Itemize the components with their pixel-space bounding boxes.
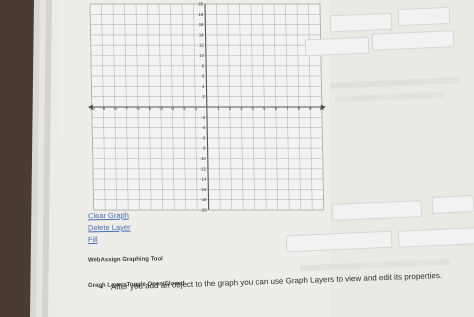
- graph-canvas[interactable]: -10 -9 -8 -7 -6 -5 -4 -3 -2 -1 1 2 3 4 5 6 7 8 9 1020181614…: [87, 2, 326, 213]
- x-tick-label: -7: [124, 106, 128, 111]
- y-tick-label: -18: [200, 197, 207, 202]
- y-tick-label: -4: [201, 125, 205, 130]
- bullet-icon: •: [100, 282, 104, 292]
- x-tick-label: -3: [170, 106, 174, 111]
- y-tick-label: -10: [200, 156, 207, 161]
- faded-button: [397, 6, 451, 27]
- y-tick-label: 20: [198, 2, 203, 7]
- y-tick-label: -6: [202, 135, 206, 140]
- fill-link[interactable]: Fill: [88, 235, 98, 244]
- x-tick-label: -6: [136, 106, 140, 111]
- x-tick-label: -2: [182, 106, 186, 111]
- x-tick-label: -5: [147, 106, 151, 111]
- x-tick-label: -1: [193, 106, 197, 111]
- y-tick-label: 10: [199, 53, 204, 58]
- faded-button: [304, 36, 370, 57]
- faded-button: [431, 195, 474, 214]
- y-tick-label: -8: [202, 146, 206, 151]
- x-tick-label: -8: [113, 106, 117, 111]
- y-tick-label: 18: [199, 12, 204, 17]
- y-tick-label: -2: [201, 115, 205, 120]
- x-tick-label: -9: [101, 106, 105, 111]
- faded-button: [329, 12, 393, 33]
- y-tick-label: -12: [200, 166, 207, 171]
- faded-button: [397, 227, 474, 248]
- y-tick-label: 14: [199, 32, 204, 37]
- x-tick-label: -4: [159, 106, 163, 111]
- x-tick-label: 10: [320, 106, 325, 111]
- clear-graph-link[interactable]: Clear Graph: [88, 211, 129, 221]
- y-tick-label: -20: [201, 208, 208, 213]
- faded-button: [371, 30, 455, 51]
- x-tick-label: -10: [89, 106, 96, 111]
- y-tick-label: -16: [200, 187, 207, 192]
- y-tick-label: -14: [200, 177, 207, 182]
- delete-layer-link[interactable]: Delete Layer: [88, 223, 131, 233]
- y-tick-label: 16: [199, 22, 204, 27]
- y-tick-label: 12: [199, 43, 204, 48]
